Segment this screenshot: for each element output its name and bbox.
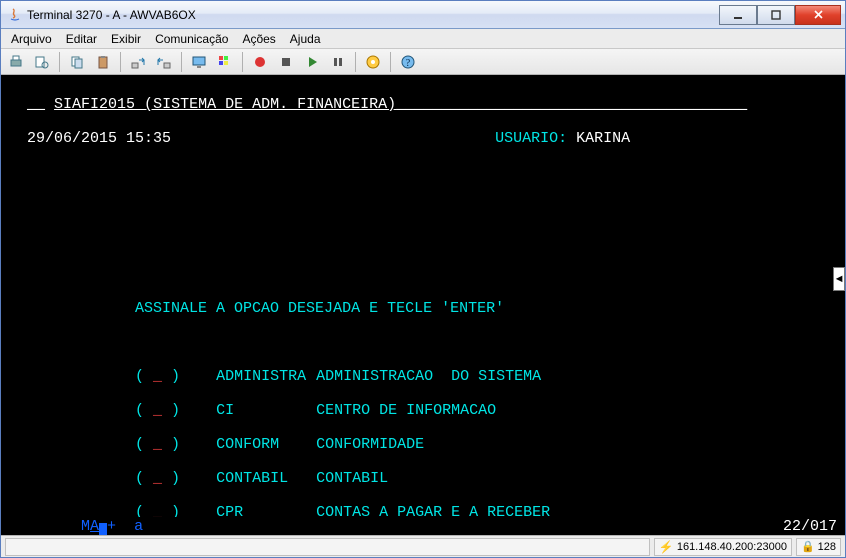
security-status: 🔒 128 bbox=[796, 538, 841, 556]
toolbar-separator bbox=[355, 52, 356, 72]
toolbar-separator bbox=[390, 52, 391, 72]
status-mode: a bbox=[134, 518, 143, 535]
toolbar-separator bbox=[181, 52, 182, 72]
opt-desc: CENTRO DE INFORMACAO bbox=[316, 402, 496, 419]
option-row: ( _ ) CICENTRO DE INFORMACAO bbox=[9, 402, 837, 419]
support-icon[interactable] bbox=[362, 51, 384, 73]
header-trail: _______________________________________ bbox=[396, 96, 747, 113]
connection-status: ⚡ 161.148.40.200:23000 bbox=[654, 538, 792, 556]
opt-code[interactable]: CONTABIL bbox=[216, 470, 316, 487]
statusbar: ⚡ 161.148.40.200:23000 🔒 128 bbox=[1, 535, 845, 557]
cursor-block-icon bbox=[99, 523, 107, 535]
app-window: Terminal 3270 - A - AWVAB6OX Arquivo Edi… bbox=[0, 0, 846, 558]
play-icon[interactable] bbox=[301, 51, 323, 73]
menubar: Arquivo Editar Exibir Comunicação Ações … bbox=[1, 29, 845, 49]
toolbar: ? bbox=[1, 49, 845, 75]
stop-icon[interactable] bbox=[275, 51, 297, 73]
cursor-position: 22/017 bbox=[783, 518, 837, 535]
titlebar[interactable]: Terminal 3270 - A - AWVAB6OX bbox=[1, 1, 845, 29]
svg-text:?: ? bbox=[406, 58, 411, 69]
session-number: 128 bbox=[818, 541, 836, 553]
terminal-status-line: MA + a 22/017 bbox=[1, 517, 845, 535]
window-controls bbox=[719, 5, 841, 25]
opt-desc: ADMINISTRACAO DO SISTEMA bbox=[316, 368, 541, 385]
menu-acoes[interactable]: Ações bbox=[236, 30, 281, 48]
toolbar-separator bbox=[242, 52, 243, 72]
side-handle-icon[interactable]: ◄ bbox=[833, 267, 845, 291]
option-row: ( _ ) ADMINISTRAADMINISTRACAO DO SISTEMA bbox=[9, 368, 837, 385]
menu-comunicacao[interactable]: Comunicação bbox=[149, 30, 234, 48]
host-address: 161.148.40.200:23000 bbox=[677, 541, 787, 553]
menu-arquivo[interactable]: Arquivo bbox=[5, 30, 58, 48]
sys-id: __ bbox=[27, 96, 45, 113]
send-icon[interactable] bbox=[127, 51, 149, 73]
copy-icon[interactable] bbox=[66, 51, 88, 73]
terminal-screen[interactable]: __ SIAFI2015 (SISTEMA DE ADM. FINANCEIRA… bbox=[1, 75, 845, 535]
printer-icon[interactable] bbox=[5, 51, 27, 73]
status-plus: + bbox=[107, 518, 116, 535]
lock-icon: 🔒 bbox=[801, 540, 815, 553]
display-icon[interactable] bbox=[188, 51, 210, 73]
close-button[interactable] bbox=[795, 5, 841, 25]
maximize-button[interactable] bbox=[757, 5, 795, 25]
help-icon[interactable]: ? bbox=[397, 51, 419, 73]
option-row: ( _ ) CONTABILCONTABIL bbox=[9, 470, 837, 487]
opt-desc: CONFORMIDADE bbox=[316, 436, 424, 453]
toolbar-separator bbox=[59, 52, 60, 72]
record-icon[interactable] bbox=[249, 51, 271, 73]
opt-code[interactable]: CI bbox=[216, 402, 316, 419]
pause-icon[interactable] bbox=[327, 51, 349, 73]
status-a: A bbox=[90, 518, 99, 535]
option-row: ( _ ) CONFORMCONFORMIDADE bbox=[9, 436, 837, 453]
menu-exibir[interactable]: Exibir bbox=[105, 30, 147, 48]
print-preview-icon[interactable] bbox=[31, 51, 53, 73]
menu-editar[interactable]: Editar bbox=[60, 30, 103, 48]
paste-icon[interactable] bbox=[92, 51, 114, 73]
java-icon bbox=[7, 7, 23, 23]
opt-desc: CONTABIL bbox=[316, 470, 388, 487]
opt-code[interactable]: ADMINISTRA bbox=[216, 368, 316, 385]
color-map-icon[interactable] bbox=[214, 51, 236, 73]
header: SIAFI2015 (SISTEMA DE ADM. FINANCEIRA) bbox=[54, 96, 396, 113]
datetime: 29/06/2015 15:35 bbox=[27, 130, 171, 147]
user-name: KARINA bbox=[576, 130, 630, 147]
window-title: Terminal 3270 - A - AWVAB6OX bbox=[27, 8, 719, 22]
minimize-button[interactable] bbox=[719, 5, 757, 25]
receive-icon[interactable] bbox=[153, 51, 175, 73]
user-label: USUARIO: bbox=[495, 130, 567, 147]
status-m: M bbox=[81, 518, 90, 535]
menu-ajuda[interactable]: Ajuda bbox=[284, 30, 327, 48]
bolt-icon: ⚡ bbox=[659, 540, 674, 554]
toolbar-separator bbox=[120, 52, 121, 72]
prompt-text: ASSINALE A OPCAO DESEJADA E TECLE 'ENTER… bbox=[135, 300, 504, 317]
opt-code[interactable]: CONFORM bbox=[216, 436, 316, 453]
status-message-well bbox=[5, 538, 650, 556]
